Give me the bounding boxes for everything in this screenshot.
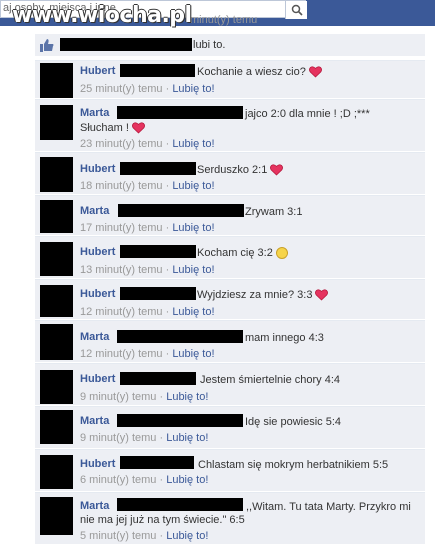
comment-item: Hubert Wyjdziesz za mnie? 3:3 12 minut(y… <box>35 279 425 319</box>
like-link[interactable]: Lubię to! <box>166 530 208 542</box>
comment-meta: 17 minut(y) temu · Lubię to! <box>80 222 215 234</box>
comment-text: Chlastam się mokrym herbatnikiem 5:5 <box>198 459 389 471</box>
redacted-names <box>60 38 192 51</box>
comment-meta: 9 minut(y) temu · Lubię to! <box>80 432 209 444</box>
comment-item: Marta ,,Witam. Tu tata Marty. Przykro mi… <box>35 492 425 544</box>
comment-text: ,,Witam. Tu tata Marty. Przykro mi <box>246 501 411 513</box>
comment-item: Hubert Chlastam się mokrym herbatnikiem … <box>35 449 425 491</box>
like-link[interactable]: Lubię to! <box>166 391 208 403</box>
comment-text: Kochanie a wiesz cio? <box>197 65 322 79</box>
avatar[interactable] <box>40 285 73 317</box>
redacted-name <box>120 287 196 300</box>
comment-meta: 13 minut(y) temu · Lubię to! <box>80 264 215 276</box>
comment-meta: 25 minut(y) temu · Lubię to! <box>80 83 215 95</box>
like-link[interactable]: Lubię to! <box>172 180 214 192</box>
redacted-name <box>117 498 243 511</box>
comment-meta: 6 minut(y) temu · Lubię to! <box>80 474 209 486</box>
redacted-name <box>120 372 196 385</box>
smiley-icon <box>275 247 288 260</box>
avatar[interactable] <box>40 105 73 140</box>
avatar[interactable] <box>40 497 73 535</box>
comment-meta: 12 minut(y) temu · Lubię to! <box>80 348 215 360</box>
comment-text: Zrywam 3:1 <box>245 206 303 218</box>
avatar[interactable] <box>40 157 73 192</box>
comment-text: jajco 2:0 dla mnie ! ;D ;*** <box>245 108 370 120</box>
comment-author[interactable]: Hubert <box>80 246 115 258</box>
comment-author[interactable]: Hubert <box>80 373 115 385</box>
like-bar-text: lubi to. <box>193 39 226 51</box>
previous-timestamp: minut(y) temu <box>190 14 258 26</box>
redacted-name <box>120 162 196 175</box>
search-button[interactable] <box>285 1 307 19</box>
comment-item: Hubert Jestem śmiertelnie chory 4:4 9 mi… <box>35 363 425 405</box>
comment-item: Hubert Serduszko 2:1 18 minut(y) temu · … <box>35 152 425 194</box>
comment-text: Serduszko 2:1 <box>197 163 284 177</box>
search-icon <box>291 4 303 16</box>
watermark-logo: www.wiocha.pl <box>12 3 192 28</box>
redacted-name <box>120 64 195 77</box>
like-link[interactable]: Lubię to! <box>172 348 214 360</box>
redacted-name <box>118 204 244 217</box>
comment-text: Jestem śmiertelnie chory 4:4 <box>200 374 340 386</box>
avatar[interactable] <box>40 455 73 489</box>
comment-author[interactable]: Hubert <box>80 163 115 175</box>
avatar[interactable] <box>40 370 73 404</box>
comment-text: mam innego 4:3 <box>245 332 324 344</box>
comment-meta: 23 minut(y) temu · Lubię to! <box>80 138 215 150</box>
redacted-name <box>117 330 243 343</box>
comment-author[interactable]: Marta <box>80 107 109 119</box>
like-link[interactable]: Lubię to! <box>172 83 214 95</box>
avatar[interactable] <box>40 200 73 233</box>
redacted-name <box>120 456 194 469</box>
like-link[interactable]: Lubię to! <box>172 264 214 276</box>
like-bar: lubi to. <box>35 34 425 56</box>
like-link[interactable]: Lubię to! <box>172 138 214 150</box>
heart-icon <box>270 164 284 176</box>
comment-text: Idę sie powiesic 5:4 <box>245 416 341 428</box>
comment-meta: 12 minut(y) temu · Lubię to! <box>80 306 215 318</box>
redacted-name <box>117 414 243 427</box>
comment-author[interactable]: Marta <box>80 331 109 343</box>
avatar[interactable] <box>40 242 73 276</box>
comment-item: Marta Zrywam 3:1 17 minut(y) temu · Lubi… <box>35 195 425 235</box>
avatar[interactable] <box>40 63 73 98</box>
comment-text: Wyjdziesz za mnie? 3:3 <box>197 288 329 302</box>
thumbs-up-icon <box>40 39 54 55</box>
comment-item: Marta jajco 2:0 dla mnie ! ;D ;*** Słuch… <box>35 99 425 151</box>
like-link[interactable]: Lubię to! <box>172 306 214 318</box>
heart-icon <box>315 289 329 301</box>
comment-meta: 18 minut(y) temu · Lubię to! <box>80 180 215 192</box>
comment-author[interactable]: Hubert <box>80 458 115 470</box>
like-link[interactable]: Lubię to! <box>166 474 208 486</box>
heart-icon <box>131 122 145 134</box>
comment-meta: 5 minut(y) temu · Lubię to! <box>80 530 209 542</box>
avatar[interactable] <box>40 324 73 360</box>
comment-text-line2: Słucham ! <box>80 121 145 135</box>
comment-meta: 9 minut(y) temu · Lubię to! <box>80 391 209 403</box>
comment-author[interactable]: Hubert <box>80 65 115 77</box>
comment-text: Kocham cię 3:2 <box>197 246 288 260</box>
heart-icon <box>308 66 322 78</box>
comment-author[interactable]: Marta <box>80 500 109 512</box>
comment-author[interactable]: Marta <box>80 205 109 217</box>
comment-item: Hubert Kochanie a wiesz cio? 25 minut(y)… <box>35 60 425 98</box>
avatar[interactable] <box>40 410 73 444</box>
like-link[interactable]: Lubię to! <box>172 222 214 234</box>
redacted-name <box>120 245 196 258</box>
redacted-name <box>117 106 243 119</box>
like-link[interactable]: Lubię to! <box>166 432 208 444</box>
comment-item: Hubert Kocham cię 3:2 13 minut(y) temu ·… <box>35 236 425 278</box>
comment-item: Marta Idę sie powiesic 5:4 9 minut(y) te… <box>35 406 425 448</box>
comment-author[interactable]: Marta <box>80 415 109 427</box>
comment-item: Marta mam innego 4:3 12 minut(y) temu · … <box>35 320 425 362</box>
comment-text-line2: nie ma jej już na tym świecie." 6:5 <box>80 514 245 526</box>
comment-author[interactable]: Hubert <box>80 288 115 300</box>
